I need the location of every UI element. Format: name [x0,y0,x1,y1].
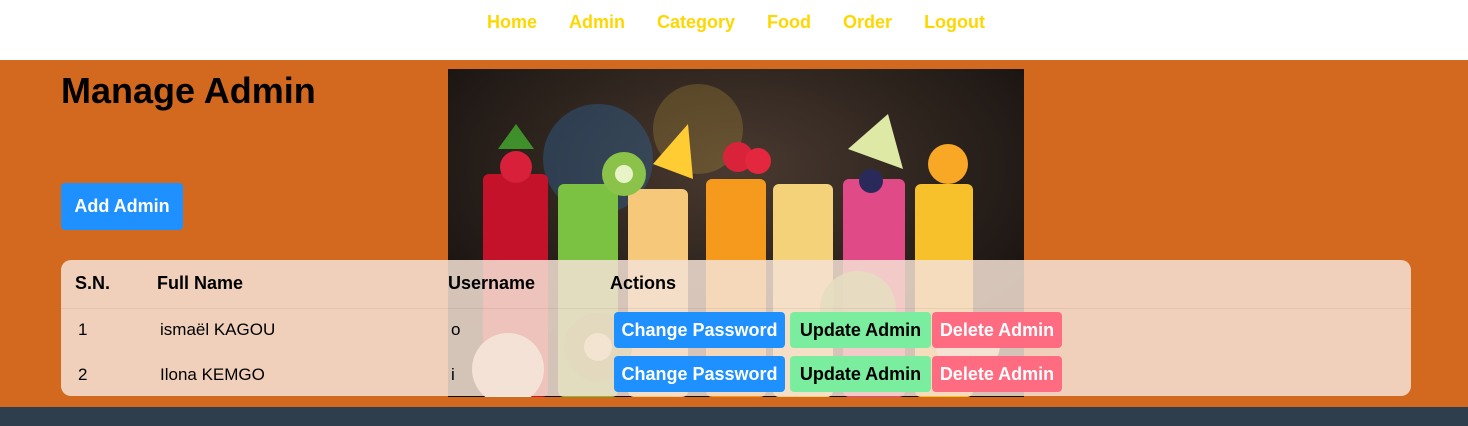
page-title: Manage Admin [61,70,316,111]
nav-link-admin[interactable]: Admin [569,12,625,33]
cell-full-name: Ilona KEMGO [160,365,265,384]
change-password-button[interactable]: Change Password [614,356,785,392]
nav-link-category[interactable]: Category [657,12,735,33]
nav-link-food[interactable]: Food [767,12,811,33]
header-actions: Actions [610,273,677,293]
header-divider [61,308,1411,309]
update-admin-button[interactable]: Update Admin [790,312,931,348]
delete-admin-button[interactable]: Delete Admin [932,312,1062,348]
nav-link-logout[interactable]: Logout [924,12,985,33]
cell-username: o [451,320,461,339]
admin-table: S.N. Full Name Username Actions 1 ismaël… [61,260,1411,396]
cell-sn: 1 [78,320,88,339]
cell-username: i [451,365,455,384]
change-password-button[interactable]: Change Password [614,312,785,348]
header-sn: S.N. [75,273,111,293]
cell-full-name: ismaël KAGOU [160,320,276,339]
cell-sn: 2 [78,365,88,384]
header-full-name: Full Name [157,273,244,293]
nav-link-home[interactable]: Home [487,12,537,33]
update-admin-button[interactable]: Update Admin [790,356,931,392]
nav-links: Home Admin Category Food Order Logout [487,12,985,33]
header-username: Username [448,273,536,293]
delete-admin-button[interactable]: Delete Admin [932,356,1062,392]
nav-link-order[interactable]: Order [843,12,892,33]
footer [0,407,1468,426]
top-nav: Home Admin Category Food Order Logout [0,0,1468,60]
add-admin-button[interactable]: Add Admin [61,183,183,230]
